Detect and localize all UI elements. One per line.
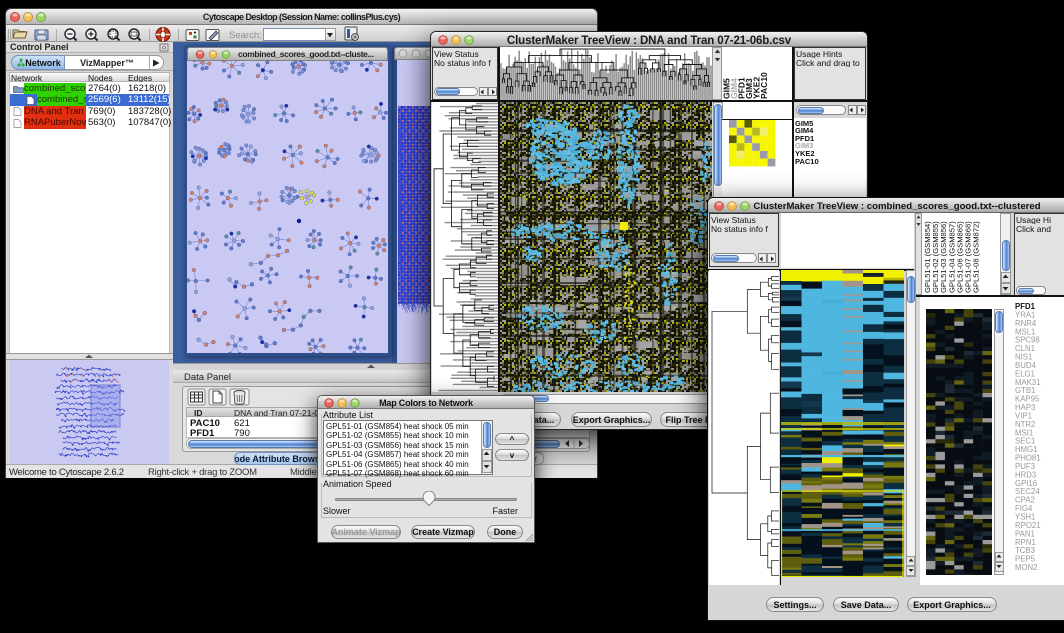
svg-text:GPL51-08 (GSM872): GPL51-08 (GSM872) [972,221,981,293]
svg-text:PAC10: PAC10 [759,72,769,99]
svg-text:MON2: MON2 [1015,563,1038,572]
